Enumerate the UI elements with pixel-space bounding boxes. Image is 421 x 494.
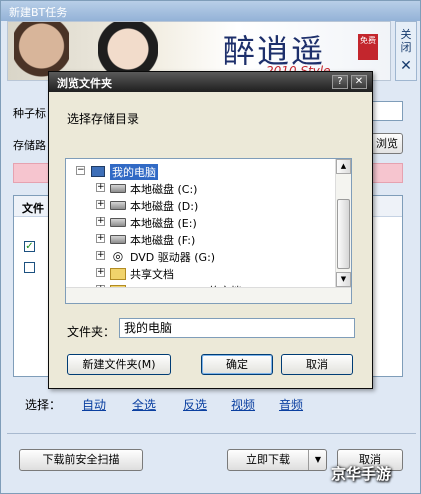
tree-item-drive-e[interactable]: + 本地磁盘 (E:) bbox=[66, 214, 336, 231]
chevron-down-icon[interactable]: ▼ bbox=[308, 450, 327, 470]
scroll-up-icon[interactable]: ▲ bbox=[336, 159, 351, 174]
file-checkbox-2[interactable] bbox=[24, 262, 35, 273]
banner-close-label: 关闭 bbox=[400, 28, 412, 54]
expand-icon[interactable]: + bbox=[96, 217, 105, 226]
drive-icon bbox=[110, 181, 126, 195]
collapse-icon[interactable]: − bbox=[76, 166, 85, 175]
download-now-button[interactable]: 立即下载 ▼ bbox=[227, 449, 327, 471]
tree-item-shared-docs[interactable]: + 共享文档 bbox=[66, 265, 336, 282]
expand-icon[interactable]: + bbox=[96, 251, 105, 260]
seed-label: 种子标 bbox=[13, 107, 46, 120]
seed-name-field[interactable] bbox=[371, 101, 403, 121]
dialog-title: 浏览文件夹 bbox=[57, 77, 112, 90]
divider bbox=[7, 433, 416, 434]
tree-vertical-scrollbar[interactable]: ▲ ▼ bbox=[335, 159, 351, 287]
browse-folder-dialog: 浏览文件夹 ? ✕ 选择存储目录 − 我的电脑 + 本地磁盘 (C:) + 本地… bbox=[48, 71, 373, 389]
tree-item-label: 本地磁盘 (F:) bbox=[130, 234, 196, 247]
scroll-thumb[interactable] bbox=[337, 199, 350, 269]
tree-item-label: 本地磁盘 (C:) bbox=[130, 183, 198, 196]
browse-button[interactable]: 浏览 bbox=[371, 133, 403, 154]
tree-item-dvd-g[interactable]: + ◎ DVD 驱动器 (G:) bbox=[66, 248, 336, 265]
dialog-prompt: 选择存储目录 bbox=[67, 112, 140, 126]
tree-item-label: 本地磁盘 (D:) bbox=[130, 200, 199, 213]
expand-icon[interactable]: + bbox=[96, 268, 105, 277]
drive-icon bbox=[110, 198, 126, 212]
folder-name-input[interactable]: 我的电脑 bbox=[119, 318, 355, 338]
folder-icon bbox=[110, 266, 126, 280]
watermark-text: 京华手游 bbox=[331, 465, 392, 483]
computer-icon bbox=[90, 164, 106, 178]
storage-label: 存储路 bbox=[13, 139, 46, 152]
window-title: 新建BT任务 bbox=[9, 6, 68, 19]
scroll-down-icon[interactable]: ▼ bbox=[336, 272, 351, 287]
download-now-label: 立即下载 bbox=[246, 453, 290, 466]
file-checkbox-1[interactable]: ✓ bbox=[24, 241, 35, 252]
filter-invert-link[interactable]: 反选 bbox=[183, 396, 207, 413]
tree-item-label: 我的电脑 bbox=[110, 164, 158, 180]
tree-item-label: 共享文档 bbox=[130, 268, 174, 281]
file-column-header: 文件 bbox=[22, 202, 44, 215]
banner-seal: 免费 bbox=[358, 34, 378, 60]
close-icon: ✕ bbox=[400, 58, 412, 74]
folder-tree[interactable]: − 我的电脑 + 本地磁盘 (C:) + 本地磁盘 (D:) + 本地磁盘 (E… bbox=[65, 158, 352, 304]
tree-horizontal-scrollbar[interactable] bbox=[66, 287, 351, 303]
new-folder-button[interactable]: 新建文件夹(M) bbox=[67, 354, 171, 375]
expand-icon[interactable]: + bbox=[96, 183, 105, 192]
safety-scan-button[interactable]: 下载前安全扫描 bbox=[19, 449, 143, 471]
window-titlebar: 新建BT任务 bbox=[1, 1, 420, 21]
dvd-icon: ◎ bbox=[112, 249, 124, 263]
tree-item-label: DVD 驱动器 (G:) bbox=[130, 251, 216, 264]
filter-audio-link[interactable]: 音频 bbox=[279, 396, 303, 413]
tree-item-drive-f[interactable]: + 本地磁盘 (F:) bbox=[66, 231, 336, 248]
tree-item-my-computer[interactable]: − 我的电脑 bbox=[66, 163, 336, 180]
drive-icon bbox=[110, 232, 126, 246]
tree-item-drive-d[interactable]: + 本地磁盘 (D:) bbox=[66, 197, 336, 214]
drive-icon bbox=[110, 215, 126, 229]
filter-video-link[interactable]: 视频 bbox=[231, 396, 255, 413]
banner-close-button[interactable]: 关闭 ✕ bbox=[395, 21, 417, 81]
filter-all-link[interactable]: 全选 bbox=[132, 396, 156, 413]
expand-icon[interactable]: + bbox=[96, 200, 105, 209]
dialog-cancel-button[interactable]: 取消 bbox=[281, 354, 353, 375]
folder-field-label: 文件夹： bbox=[67, 325, 116, 339]
filter-label: 选择： bbox=[25, 398, 62, 412]
tree-item-label: 本地磁盘 (E:) bbox=[130, 217, 197, 230]
tree-item-drive-c[interactable]: + 本地磁盘 (C:) bbox=[66, 180, 336, 197]
expand-icon[interactable]: + bbox=[96, 234, 105, 243]
ok-button[interactable]: 确定 bbox=[201, 354, 273, 375]
dialog-titlebar: 浏览文件夹 ? ✕ bbox=[49, 72, 372, 92]
dialog-close-button[interactable]: ✕ bbox=[351, 75, 367, 89]
filter-auto-link[interactable]: 自动 bbox=[82, 396, 106, 413]
help-button[interactable]: ? bbox=[332, 75, 348, 89]
